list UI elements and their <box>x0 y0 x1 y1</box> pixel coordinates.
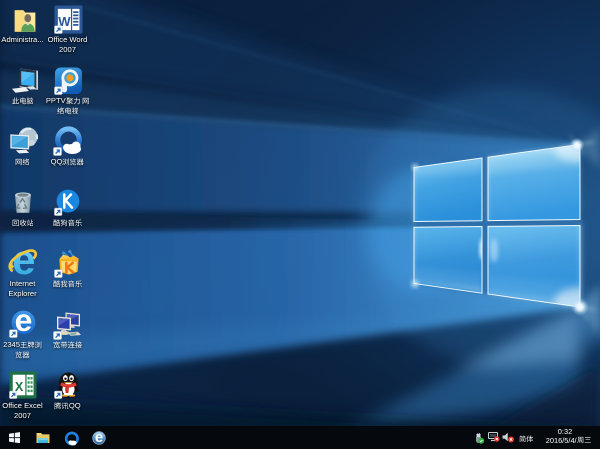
svg-text:e: e <box>95 431 103 445</box>
